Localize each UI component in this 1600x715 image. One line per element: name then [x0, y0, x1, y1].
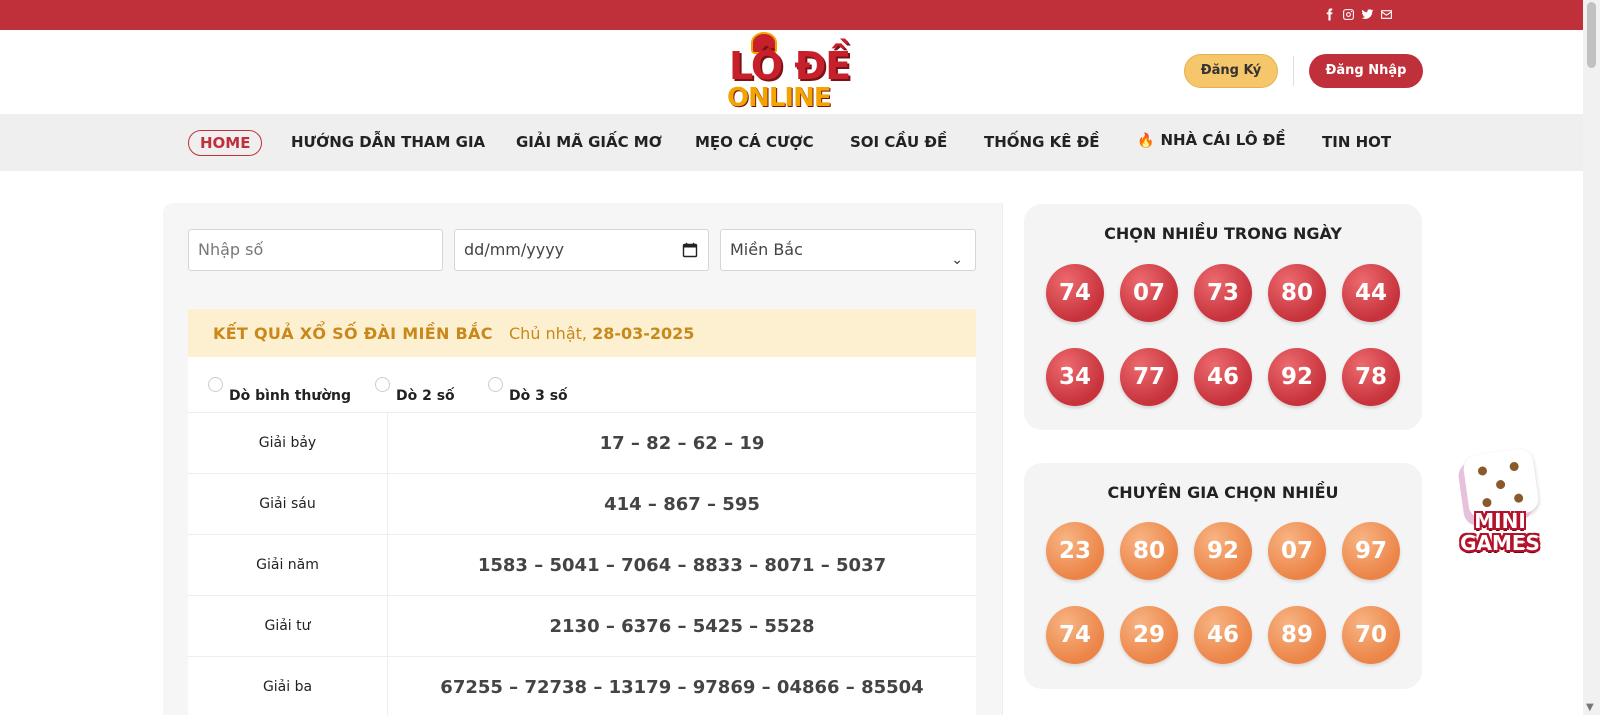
prize-name: Giải bảy [188, 413, 388, 474]
popular-picks-title: CHỌN NHIỀU TRONG NGÀY [1104, 224, 1342, 243]
radio-2-digits[interactable] [375, 377, 390, 392]
register-button[interactable]: Đăng Ký [1184, 54, 1278, 88]
prize-numbers: 2130 – 6376 – 5425 – 5528 [549, 616, 815, 637]
twitter-icon[interactable] [1361, 7, 1374, 21]
logo-line2: ONLINE [727, 83, 832, 113]
number-ball[interactable]: 89 [1268, 606, 1326, 664]
main-nav: HOME HƯỚNG DẪN THAM GIA GIẢI MÃ GIẤC MƠ … [0, 114, 1583, 171]
result-date-line: Chủ nhật, 28-03-2025 [509, 324, 694, 344]
region-select-value: Miền Bắc [730, 240, 803, 259]
prize-name: Giải tư [188, 596, 388, 657]
nav-item-tips[interactable]: MẸO CÁ CƯỢC [695, 132, 814, 152]
nav-item-hot-news[interactable]: TIN HOT [1322, 132, 1391, 152]
header-divider [1293, 56, 1294, 86]
login-button[interactable]: Đăng Nhập [1309, 54, 1423, 88]
number-input[interactable]: Nhập số [188, 229, 443, 271]
logo-line1: LÔ ĐỀ [729, 44, 851, 88]
prize-name: Giải ba [188, 657, 388, 715]
radio-normal[interactable] [208, 377, 223, 392]
minigames-label-line2: GAMES [1460, 531, 1540, 555]
nav-item-stats[interactable]: THỐNG KÊ ĐỀ [984, 132, 1100, 152]
number-ball[interactable]: 70 [1342, 606, 1400, 664]
nav-item-bookmakers-label: NHÀ CÁI LÔ ĐỀ [1160, 131, 1286, 149]
chevron-down-icon: ⌄ [951, 252, 963, 268]
radio-2-digits-label[interactable]: Dò 2 số [396, 387, 455, 405]
expert-picks-title: CHUYÊN GIA CHỌN NHIỀU [1107, 483, 1339, 502]
facebook-icon[interactable] [1323, 7, 1336, 21]
radio-3-digits[interactable] [488, 377, 503, 392]
nav-item-guide[interactable]: HƯỚNG DẪN THAM GIA [291, 132, 485, 152]
nav-item-bookmakers[interactable]: 🔥 NHÀ CÁI LÔ ĐỀ [1137, 130, 1286, 151]
number-ball[interactable]: 46 [1194, 606, 1252, 664]
number-ball[interactable]: 74 [1046, 264, 1104, 322]
number-ball[interactable]: 80 [1268, 264, 1326, 322]
date-input-value: dd/mm/yyyy [464, 240, 565, 259]
number-ball[interactable]: 07 [1120, 264, 1178, 322]
social-links [1323, 7, 1393, 21]
popular-picks-card: CHỌN NHIỀU TRONG NGÀY 74 07 73 80 44 34 … [1024, 204, 1422, 430]
prize-numbers: 17 – 82 – 62 – 19 [599, 433, 765, 454]
top-bar [0, 0, 1583, 30]
minigames-badge[interactable]: MINI GAMES [1448, 447, 1552, 562]
number-ball[interactable]: 77 [1120, 348, 1178, 406]
result-title: KẾT QUẢ XỔ SỐ ĐÀI MIỀN BẮC [213, 324, 493, 343]
site-logo[interactable]: LÔ ĐỀ ONLINE [725, 32, 855, 114]
radio-normal-label[interactable]: Dò bình thường [229, 387, 351, 405]
number-ball[interactable]: 74 [1046, 606, 1104, 664]
calendar-icon[interactable] [682, 242, 698, 258]
number-ball[interactable]: 23 [1046, 522, 1104, 580]
result-table: KẾT QUẢ XỔ SỐ ĐÀI MIỀN BẮC Chủ nhật, 28-… [188, 309, 976, 715]
page-scrollbar[interactable]: ▼ [1583, 0, 1600, 715]
result-date: 28-03-2025 [592, 324, 695, 343]
number-ball[interactable]: 92 [1194, 522, 1252, 580]
scrollbar-thumb[interactable] [1587, 2, 1596, 68]
number-ball[interactable]: 44 [1342, 264, 1400, 322]
number-ball[interactable]: 34 [1046, 348, 1104, 406]
nav-item-dreams[interactable]: GIẢI MÃ GIẤC MƠ [516, 132, 662, 152]
number-ball[interactable]: 80 [1120, 522, 1178, 580]
expert-picks-card: CHUYÊN GIA CHỌN NHIỀU 23 80 92 07 97 74 … [1024, 463, 1422, 689]
table-row: Giải năm 1583 – 5041 – 7064 – 8833 – 807… [188, 535, 976, 596]
number-ball[interactable]: 07 [1268, 522, 1326, 580]
prize-name: Giải sáu [188, 474, 388, 535]
prize-numbers: 1583 – 5041 – 7064 – 8833 – 8071 – 5037 [477, 555, 887, 576]
prize-name: Giải năm [188, 535, 388, 596]
table-row: Giải tư 2130 – 6376 – 5425 – 5528 [188, 596, 976, 657]
table-row: Giải ba 67255 – 72738 – 13179 – 97869 – … [188, 657, 976, 715]
number-ball[interactable]: 78 [1342, 348, 1400, 406]
number-ball[interactable]: 73 [1194, 264, 1252, 322]
number-ball[interactable]: 97 [1342, 522, 1400, 580]
fire-icon: 🔥 [1137, 133, 1155, 149]
minigames-label-line1: MINI [1474, 509, 1526, 533]
check-mode-options: Dò bình thường Dò 2 số Dò 3 số [188, 357, 976, 413]
prize-numbers: 414 – 867 – 595 [604, 494, 760, 515]
table-row: Giải sáu 414 – 867 – 595 [188, 474, 976, 535]
nav-item-soi-cau[interactable]: SOI CẦU ĐỀ [850, 132, 947, 152]
result-day: Chủ nhật, [509, 324, 587, 343]
radio-3-digits-label[interactable]: Dò 3 số [509, 387, 568, 405]
result-header: KẾT QUẢ XỔ SỐ ĐÀI MIỀN BẮC Chủ nhật, 28-… [188, 309, 976, 357]
mail-icon[interactable] [1380, 7, 1393, 21]
nav-item-home[interactable]: HOME [188, 130, 263, 156]
scroll-down-arrow-icon[interactable]: ▼ [1586, 703, 1594, 713]
number-ball[interactable]: 92 [1268, 348, 1326, 406]
results-panel: Nhập số dd/mm/yyyy Miền Bắc ⌄ KẾT QUẢ XỔ… [163, 203, 1002, 715]
region-select[interactable]: Miền Bắc ⌄ [720, 229, 976, 271]
prize-numbers: 67255 – 72738 – 13179 – 97869 – 04866 – … [440, 677, 924, 698]
number-ball[interactable]: 29 [1120, 606, 1178, 664]
date-input[interactable]: dd/mm/yyyy [454, 229, 709, 271]
instagram-icon[interactable] [1342, 7, 1355, 21]
site-header: LÔ ĐỀ ONLINE Đăng Ký Đăng Nhập [0, 30, 1583, 114]
number-ball[interactable]: 46 [1194, 348, 1252, 406]
table-row: Giải bảy 17 – 82 – 62 – 19 [188, 413, 976, 474]
